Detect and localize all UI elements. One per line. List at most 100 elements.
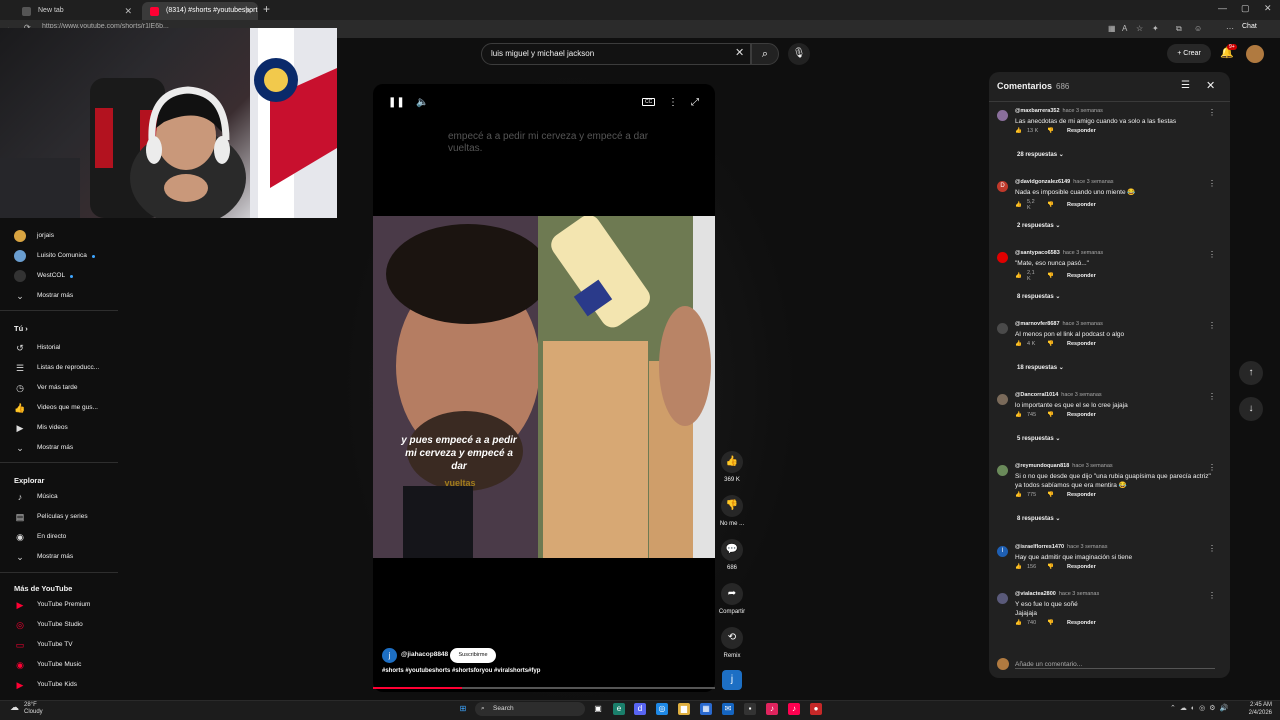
comment-author[interactable]: @israelflorres1470 hace 3 semanas <box>1015 544 1107 550</box>
thumbs-down-icon[interactable]: 👎 <box>1047 128 1061 134</box>
more-options-icon[interactable]: ⋮ <box>1208 321 1216 330</box>
remix-button[interactable]: ⟲ Remix <box>714 627 750 659</box>
thumbs-down-icon[interactable]: 👎 <box>1047 412 1061 418</box>
search-button[interactable]: ⌕ <box>751 43 779 65</box>
thumbs-down-icon[interactable]: 👎 <box>1047 620 1061 626</box>
reply-button[interactable]: Responder <box>1067 341 1096 347</box>
thumbs-up-icon[interactable]: 👍 <box>1015 202 1025 208</box>
comment-author[interactable]: @marnovfer8687 hace 3 semanas <box>1015 321 1103 327</box>
close-window-icon[interactable]: ✕ <box>1264 3 1272 14</box>
reply-button[interactable]: Responder <box>1067 273 1096 279</box>
more-options-icon[interactable]: ⋮ <box>1208 544 1216 553</box>
thumbs-down-icon[interactable]: 👎 <box>1047 492 1061 498</box>
reply-button[interactable]: Responder <box>1067 128 1096 134</box>
close-icon[interactable]: ✕ <box>1206 79 1215 92</box>
puzzle-icon[interactable]: ✦ <box>1152 24 1159 33</box>
pause-icon[interactable]: ❚❚ <box>388 97 405 108</box>
menu-dots-icon[interactable]: ⋯ <box>1226 24 1234 33</box>
comment-author[interactable]: @Dancorral1014 hace 3 semanas <box>1015 392 1102 398</box>
thumbs-up-icon[interactable]: 👍 <box>1015 492 1025 498</box>
dislike-button[interactable]: 👎 No me ... <box>714 495 750 527</box>
edge-icon[interactable]: e <box>613 703 625 715</box>
more-options-icon[interactable]: ⋮ <box>1208 591 1216 600</box>
avatar[interactable]: I <box>997 546 1008 557</box>
chrome-icon[interactable]: ◎ <box>656 703 668 715</box>
reply-button[interactable]: Responder <box>1067 564 1096 570</box>
avatar[interactable] <box>997 252 1008 263</box>
comment-author[interactable]: @vialactea2800 hace 3 semanas <box>1015 591 1099 597</box>
reply-button[interactable]: Responder <box>1067 620 1096 626</box>
account-avatar[interactable] <box>1246 45 1264 63</box>
view-replies-button[interactable]: 5 respuestas ⌄ <box>1017 435 1060 442</box>
volume-icon[interactable]: 🔈 <box>416 97 428 108</box>
more-options-icon[interactable]: ⋮ <box>1208 179 1216 188</box>
you-heading[interactable]: Tú › <box>14 324 28 333</box>
app-icon[interactable]: ▪ <box>744 703 756 715</box>
read-aloud-icon[interactable]: A <box>1122 24 1127 33</box>
sidebar-item-my-videos[interactable]: ▶ Mis videos <box>14 420 68 436</box>
channel-name[interactable]: @jiahacop8848 <box>401 651 448 658</box>
share-button[interactable]: ➦ Compartir <box>714 583 750 615</box>
favorite-star-icon[interactable]: ☆ <box>1136 24 1143 33</box>
taskbar-search[interactable]: ⌕ Search <box>475 702 585 716</box>
channel-avatar[interactable]: j <box>382 648 397 663</box>
sidebar-item-live[interactable]: ◉ En directo <box>14 529 66 545</box>
file-explorer-icon[interactable]: ▆ <box>678 703 690 715</box>
music-app-icon[interactable]: ♪ <box>766 703 778 715</box>
comment-author[interactable]: @santypaco6583 hace 3 semanas <box>1015 250 1103 256</box>
more-options-icon[interactable]: ⋮ <box>1208 392 1216 401</box>
view-replies-button[interactable]: 2 respuestas ⌄ <box>1017 222 1060 229</box>
next-short-button[interactable]: ↓ <box>1239 397 1263 421</box>
thumbs-up-icon[interactable]: 👍 <box>1015 341 1025 347</box>
thumbs-up-icon[interactable]: 👍 <box>1015 620 1025 626</box>
sidebar-item-youtube-kids[interactable]: ▶ YouTube Kids <box>14 677 77 693</box>
reply-button[interactable]: Responder <box>1067 202 1096 208</box>
close-tab-icon[interactable]: ✕ <box>244 2 252 20</box>
sidebar-item-youtube-studio[interactable]: ◎ YouTube Studio <box>14 617 83 633</box>
thumbs-up-icon[interactable]: 👍 <box>1015 273 1025 279</box>
profile-icon[interactable]: ☺ <box>1194 24 1202 33</box>
new-tab-button[interactable]: + <box>263 2 270 16</box>
system-tray-icons[interactable]: ⌃☁◐◎⚙🔊 <box>1170 704 1232 712</box>
subscribe-button[interactable]: Suscribirme <box>450 648 496 663</box>
sidebar-item-movies[interactable]: ▤ Películas y series <box>14 509 88 525</box>
thumbs-up-icon[interactable]: 👍 <box>1015 128 1025 134</box>
sound-thumbnail[interactable]: j <box>722 670 742 690</box>
sidebar-item-subscription[interactable]: WestCOL <box>14 268 74 284</box>
more-options-icon[interactable]: ⋮ <box>1208 463 1216 472</box>
app-icon[interactable]: ● <box>810 703 822 715</box>
avatar[interactable] <box>997 323 1008 334</box>
thumbs-down-icon[interactable]: 👎 <box>1047 564 1061 570</box>
tiktok-icon[interactable]: ♪ <box>788 703 800 715</box>
extension-icon[interactable]: ▦ <box>1108 24 1116 33</box>
voice-search-button[interactable]: 🎙 <box>788 43 810 65</box>
view-replies-button[interactable]: 8 respuestas ⌄ <box>1017 515 1060 522</box>
sidebar-item-liked[interactable]: 👍 Videos que me gus... <box>14 400 98 416</box>
reply-button[interactable]: Responder <box>1067 412 1096 418</box>
browser-tab-new[interactable]: New tab ✕ <box>14 2 138 20</box>
thumbs-down-icon[interactable]: 👎 <box>1047 341 1061 347</box>
search-input[interactable]: luis miguel y michael jackson <box>481 43 751 65</box>
thumbs-up-icon[interactable]: 👍 <box>1015 412 1025 418</box>
view-replies-button[interactable]: 18 respuestas ⌄ <box>1017 364 1064 371</box>
sidebar-item-subscription[interactable]: jorjais <box>14 228 54 244</box>
like-button[interactable]: 👍 369 K <box>714 451 750 483</box>
clear-search-icon[interactable]: ✕ <box>735 46 744 59</box>
avatar[interactable] <box>997 465 1008 476</box>
store-icon[interactable]: ▦ <box>700 703 712 715</box>
captions-icon[interactable]: CC <box>642 98 656 106</box>
discord-icon[interactable]: d <box>634 703 646 715</box>
sidebar-item-subscription[interactable]: Luisito Comunica <box>14 248 95 264</box>
more-options-icon[interactable]: ⋮ <box>1208 108 1216 117</box>
browser-tab-youtube[interactable]: (8314) #shorts #youtubeshort ✕ <box>142 2 258 20</box>
avatar[interactable] <box>997 593 1008 604</box>
weather-widget[interactable]: ☁ 28°F Cloudy <box>10 702 43 716</box>
maximize-icon[interactable]: ▢ <box>1241 3 1250 14</box>
minimize-icon[interactable]: — <box>1218 3 1227 13</box>
sidebar-item-watch-later[interactable]: ◷ Ver más tarde <box>14 380 77 396</box>
view-replies-button[interactable]: 8 respuestas ⌄ <box>1017 293 1060 300</box>
avatar[interactable]: D <box>997 181 1008 192</box>
avatar[interactable] <box>997 394 1008 405</box>
collections-icon[interactable]: ⧉ <box>1176 24 1182 34</box>
sidebar-item-youtube-premium[interactable]: ▶ YouTube Premium <box>14 597 91 613</box>
